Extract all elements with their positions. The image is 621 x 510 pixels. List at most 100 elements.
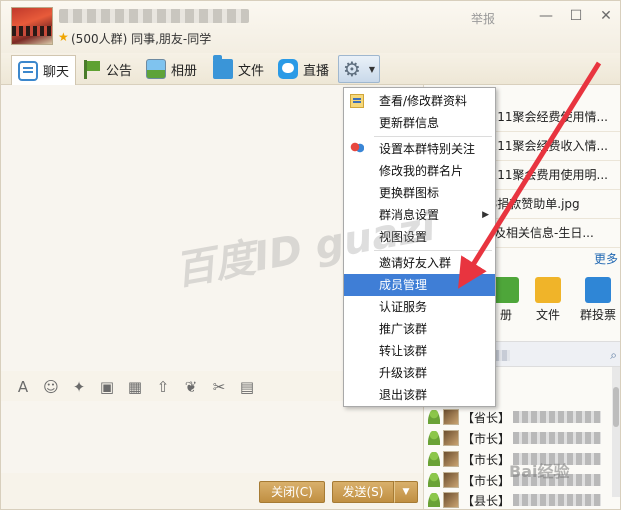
heart-icon <box>350 142 364 156</box>
menu-item-label: 视图设置 <box>379 230 428 244</box>
font-icon[interactable]: A <box>11 378 35 396</box>
screenshot-icon[interactable]: ✂ <box>207 378 231 396</box>
menu-item-label: 修改我的群名片 <box>379 164 464 178</box>
file-name: 录及相关信息-生日... <box>482 226 594 240</box>
menu-item-edit-card[interactable]: 修改我的群名片 <box>344 160 495 182</box>
menu-item-verification[interactable]: 认证服务 <box>344 296 495 318</box>
tab-live-label: 直播 <box>303 63 330 79</box>
menu-item-view-settings[interactable]: 视图设置 <box>344 226 495 248</box>
person-icon <box>428 473 440 487</box>
tab-files[interactable]: 文件 <box>213 55 265 82</box>
magic-icon[interactable]: ✦ <box>67 378 91 396</box>
member-title: 【省长】 <box>462 410 511 425</box>
more-files-link[interactable]: 更多 <box>594 250 618 267</box>
album-icon <box>493 277 519 303</box>
emoji-icon[interactable]: ☺ <box>39 378 63 396</box>
report-link[interactable]: 举报 <box>471 10 495 27</box>
menu-item-invite-friends[interactable]: 邀请好友入群 <box>344 252 495 274</box>
search-icon[interactable]: ⌕ <box>610 348 617 363</box>
member-title: 【县长】 <box>462 493 511 508</box>
group-meta: (500人群) 同事,朋友-同学 <box>71 32 212 46</box>
file-name: 0211聚会费用使用明... <box>482 168 608 182</box>
menu-item-label: 成员管理 <box>379 278 428 292</box>
group-chat-window: ★ (500人群) 同事,朋友-同学 举报 — ☐ ✕ 聊天 公告 相册 文件 … <box>0 0 621 510</box>
chat-icon <box>18 60 38 81</box>
tab-notice[interactable]: 公告 <box>81 56 132 82</box>
menu-item-label: 查看/修改群资料 <box>379 94 468 108</box>
message-input[interactable] <box>1 401 423 473</box>
app-files-label: 文件 <box>535 308 560 322</box>
person-icon <box>428 410 440 424</box>
menu-item-label: 升级该群 <box>379 366 428 380</box>
member-title: 【市长】 <box>462 473 511 488</box>
tab-notice-label: 公告 <box>106 63 133 79</box>
title-bar: ★ (500人群) 同事,朋友-同学 举报 — ☐ ✕ <box>1 1 620 53</box>
send-options-button[interactable]: ▼ <box>394 481 418 503</box>
send-button[interactable]: 发送(S) <box>332 481 394 503</box>
member-name-redacted <box>513 432 602 444</box>
menu-item-refresh-info[interactable]: 更新群信息 <box>344 112 495 134</box>
upload-icon[interactable]: ⇧ <box>151 378 175 396</box>
menu-item-label: 更新群信息 <box>379 116 440 130</box>
menu-item-label: 退出该群 <box>379 388 428 402</box>
tab-chat-label: 聊天 <box>43 65 70 80</box>
list-item[interactable]: 【县长】 <box>424 490 610 509</box>
person-icon <box>428 452 440 466</box>
chevron-right-icon: ▶ <box>482 210 489 220</box>
tab-live[interactable]: 直播 <box>278 56 329 82</box>
close-window-button[interactable]: ✕ <box>597 7 615 25</box>
maximize-button[interactable]: ☐ <box>567 7 585 25</box>
menu-item-message-settings[interactable]: 群消息设置 ▶ <box>344 204 495 226</box>
avatar <box>443 492 459 508</box>
menu-item-label: 邀请好友入群 <box>379 256 452 270</box>
settings-menu-button[interactable]: ⚙ ▼ <box>338 55 380 83</box>
card-icon <box>350 94 364 108</box>
avatar <box>443 409 459 425</box>
minimize-button[interactable]: — <box>537 7 555 25</box>
gif-icon[interactable]: ▣ <box>95 378 119 396</box>
folder-icon <box>535 277 561 303</box>
gear-icon: ⚙ <box>343 57 361 81</box>
tab-album[interactable]: 相册 <box>146 56 197 82</box>
avatar <box>443 472 459 488</box>
tab-files-label: 文件 <box>238 63 265 79</box>
avatar <box>443 430 459 446</box>
menu-item-exit-group[interactable]: 退出该群 <box>344 384 495 406</box>
person-icon <box>428 431 440 445</box>
menu-divider <box>374 250 492 251</box>
group-avatar[interactable] <box>11 7 53 45</box>
list-item[interactable]: 【市长】 <box>424 449 610 469</box>
menu-item-label: 推广该群 <box>379 322 428 336</box>
chat-history-icon[interactable]: ▤ <box>235 378 259 396</box>
file-name: 0211聚会经费收入情... <box>482 139 608 153</box>
tab-chat[interactable]: 聊天 <box>11 55 77 85</box>
avatar <box>443 451 459 467</box>
member-name-redacted <box>513 474 602 486</box>
member-scrollbar[interactable] <box>612 367 620 497</box>
menu-item-member-management[interactable]: 成员管理 <box>344 274 495 296</box>
gift-icon[interactable]: ❦ <box>179 378 203 396</box>
menu-item-label: 更换群图标 <box>379 186 440 200</box>
image-icon[interactable]: ▦ <box>123 378 147 396</box>
app-vote[interactable]: 群投票 <box>576 277 620 323</box>
app-vote-label: 群投票 <box>579 308 616 322</box>
member-title: 【市长】 <box>462 452 511 467</box>
tab-album-label: 相册 <box>171 63 198 79</box>
menu-item-promote[interactable]: 推广该群 <box>344 318 495 340</box>
close-button[interactable]: 关闭(C) <box>259 481 325 503</box>
person-icon <box>428 493 440 507</box>
menu-item-upgrade[interactable]: 升级该群 <box>344 362 495 384</box>
menu-item-transfer[interactable]: 转让该群 <box>344 340 495 362</box>
list-item[interactable]: 【市长】 <box>424 428 610 448</box>
bar-chart-icon <box>585 277 611 303</box>
app-files[interactable]: 文件 <box>526 277 570 323</box>
live-icon <box>278 59 298 79</box>
menu-item-special-follow[interactable]: 设置本群特别关注 <box>344 138 495 160</box>
file-name: 18捐款赞助单.jpg <box>482 197 580 211</box>
menu-item-change-icon[interactable]: 更换群图标 <box>344 182 495 204</box>
member-name-redacted <box>513 494 602 506</box>
menu-item-view-group-info[interactable]: 查看/修改群资料 <box>344 90 495 112</box>
list-item[interactable]: 【市长】 <box>424 470 610 490</box>
menu-item-label: 设置本群特别关注 <box>379 142 476 156</box>
list-item[interactable]: 【省长】 <box>424 407 610 427</box>
